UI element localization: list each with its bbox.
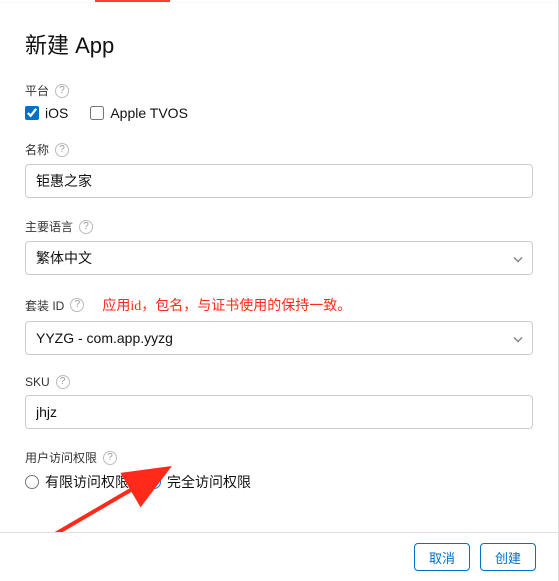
- language-select[interactable]: 繁体中文: [25, 241, 533, 275]
- help-icon[interactable]: ?: [70, 298, 84, 312]
- bundle-annotation: 应用id，包名，与证书使用的保持一致。: [102, 295, 351, 315]
- name-input[interactable]: [25, 164, 533, 198]
- limited-radio-input[interactable]: [25, 475, 39, 489]
- access-label: 用户访问权限: [25, 449, 97, 466]
- platform-ios-checkbox[interactable]: iOS: [25, 105, 68, 121]
- full-radio-input[interactable]: [147, 475, 161, 489]
- language-label: 主要语言: [25, 218, 73, 235]
- help-icon[interactable]: ?: [79, 220, 93, 234]
- ios-label: iOS: [45, 105, 68, 121]
- help-icon[interactable]: ?: [55, 143, 69, 157]
- bundle-label: 套装 ID: [25, 297, 64, 314]
- name-label: 名称: [25, 141, 49, 158]
- access-limited-radio[interactable]: 有限访问权限: [25, 472, 129, 492]
- create-button[interactable]: 创建: [480, 543, 536, 571]
- platform-label: 平台: [25, 82, 49, 99]
- cancel-button[interactable]: 取消: [414, 543, 470, 571]
- sku-input[interactable]: [25, 395, 533, 429]
- tvos-checkbox-input[interactable]: [90, 106, 104, 120]
- dialog-title: 新建 App: [25, 28, 533, 60]
- full-label: 完全访问权限: [167, 472, 251, 492]
- sku-label: SKU: [25, 375, 50, 389]
- access-full-radio[interactable]: 完全访问权限: [147, 472, 251, 492]
- tvos-label: Apple TVOS: [110, 105, 188, 121]
- bundle-select[interactable]: YYZG - com.app.yyzg: [25, 321, 533, 355]
- help-icon[interactable]: ?: [55, 84, 69, 98]
- ios-checkbox-input[interactable]: [25, 106, 39, 120]
- platform-tvos-checkbox[interactable]: Apple TVOS: [90, 105, 188, 121]
- help-icon[interactable]: ?: [103, 451, 117, 465]
- limited-label: 有限访问权限: [45, 472, 129, 492]
- help-icon[interactable]: ?: [56, 375, 70, 389]
